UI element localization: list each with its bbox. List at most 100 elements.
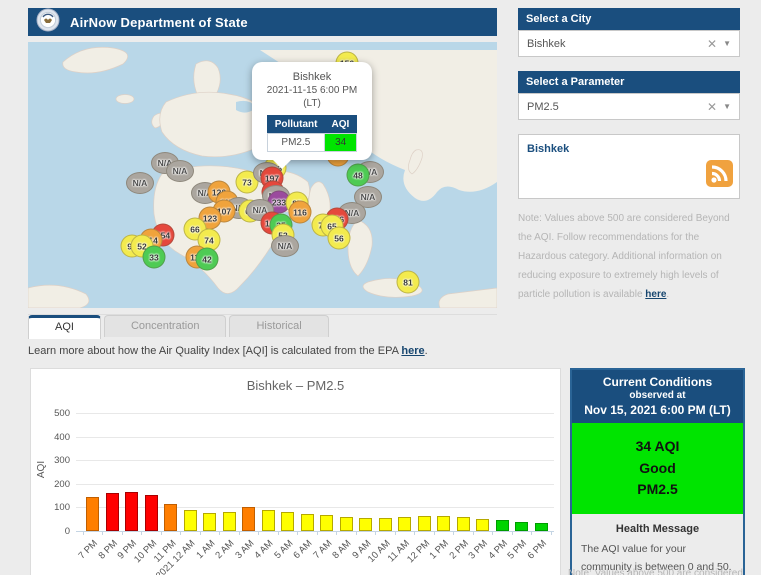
chart-title: Bishkek – PM2.5 [246,378,345,393]
chart-gridline [76,436,554,438]
chart-bar[interactable] [378,518,392,531]
chart-bar[interactable] [417,515,431,531]
chart-x-tick [160,531,162,535]
chart-bar[interactable] [203,512,216,531]
parameter-select-value: PM2.5 [527,100,559,113]
learn-more-suffix: . [424,345,428,357]
aqi-chart: Bishkek – PM2.5 AQI 0 100 200 300 400 500 7 PM… [30,368,561,575]
chart-bar[interactable] [320,515,333,531]
map-marker[interactable]: 48 [346,163,370,187]
chart-x-axis [76,531,554,532]
cc-category: Good [639,459,676,476]
parameter-select[interactable]: PM2.5 ✕ ▼ [518,93,740,120]
map-marker[interactable]: 42 [195,247,219,271]
chart-y-tick-label: 100 [54,502,70,514]
cc-title: Current Conditions [602,375,713,389]
chart-x-tick-label: 2 PM [447,538,471,562]
popup-table: Pollutant AQI PM2.5 34 [266,115,358,152]
map-marker[interactable]: N/A [126,172,154,194]
chart-gridline [76,413,554,414]
chart-bar[interactable] [242,506,255,531]
chart-x-tick-label: 7 AM [311,538,335,562]
chart-bar[interactable] [359,517,372,531]
chart-y-tick-label: 0 [64,526,70,537]
chart-x-tick [336,531,338,535]
map-marker[interactable]: 56 [327,226,351,250]
city-select-value: Bishkek [527,37,566,50]
sidebar: Select a City Bishkek ✕ ▼ Select a Param… [518,8,740,304]
rss-icon[interactable] [706,160,733,192]
parameter-caret-down-icon[interactable]: ▼ [723,102,731,111]
chart-bar[interactable] [144,495,158,531]
chart-x-tick [277,531,279,535]
health-message-header: Health Message [615,523,700,536]
tab-concentration[interactable]: Concentration [103,315,227,337]
chart-x-tick-label: 7 PM [76,538,101,562]
chart-x-tick [355,531,357,535]
cc-health-message: Health Message The AQI value for your co… [572,514,743,575]
tab-bar: AQI Concentration Historical [28,315,329,339]
app-header: AirNow Department of State [28,8,497,36]
world-map[interactable]: N/AN/AN/AN/A12673117N/A61107123667415411… [28,42,497,308]
select-city-header: Select a City [518,8,740,30]
chart-x-tick-label: 5 PM [505,538,530,562]
chart-bar[interactable] [125,491,138,531]
chart-bar[interactable] [534,522,548,531]
chart-bar[interactable] [515,521,528,531]
map-marker[interactable]: N/A [271,235,299,257]
chart-bar[interactable] [495,519,509,531]
chart-x-tick [82,531,84,535]
chart-bar[interactable] [183,510,197,531]
chart-bar[interactable] [339,516,353,531]
chart-bar[interactable] [86,496,99,531]
sidebar-note-prefix: Note: Values above 500 are considered Be… [518,213,730,300]
popup-lt: (LT) [303,98,321,109]
map-marker[interactable]: 116 [288,200,312,224]
chart-x-tick [375,531,377,535]
chart-bar[interactable] [261,509,275,531]
learn-more-text: Learn more about how the Air Quality Ind… [28,345,428,357]
chart-x-tick [316,531,318,535]
popup-aqi-value: 34 [323,133,358,152]
chart-bar[interactable] [456,516,470,531]
map-marker[interactable]: 33 [142,245,166,269]
city-clear-icon[interactable]: ✕ [701,37,723,51]
chart-bar[interactable] [281,511,294,531]
chart-x-tick [550,531,552,535]
chart-x-tick-label: 4 AM [252,538,276,562]
tab-aqi[interactable]: AQI [28,315,101,339]
chart-y-tick-label: 300 [54,455,70,467]
sidebar-note-here-link[interactable]: here [645,289,666,300]
chart-x-tick-label: 4 PM [486,538,510,562]
chart-x-tick [258,531,260,535]
chart-x-tick [414,531,416,535]
chart-bar[interactable] [300,514,314,531]
chart-x-tick [238,531,240,535]
popup-aqi-header: AQI [324,115,357,134]
chart-x-tick-label: 8 AM [330,538,354,562]
chart-bar[interactable] [476,518,489,531]
chart-x-tick [511,531,513,535]
city-caret-down-icon[interactable]: ▼ [723,39,731,48]
map-marker[interactable]: 81 [396,270,420,294]
parameter-clear-icon[interactable]: ✕ [701,100,723,114]
chart-bar[interactable] [105,493,119,531]
current-conditions-panel: Current Conditions observed at Nov 15, 2… [570,368,745,575]
chart-bar[interactable] [164,504,177,531]
cc-subtitle: observed at [629,390,686,401]
chart-bar[interactable] [222,511,236,531]
chart-gridline [76,460,554,462]
epa-here-link[interactable]: here [401,345,424,357]
chart-y-tick-label: 400 [54,431,70,443]
chart-x-tick [180,531,182,535]
map-marker[interactable]: N/A [166,160,194,182]
chart-bar[interactable] [437,515,450,531]
rss-city-label: Bishkek [527,143,570,155]
tab-historical[interactable]: Historical [229,315,329,337]
chart-x-tick-label: 1 AM [194,538,218,562]
chart-x-tick [433,531,435,535]
chart-bar[interactable] [398,516,411,531]
city-select[interactable]: Bishkek ✕ ▼ [518,30,740,57]
chart-x-tick [531,531,533,535]
cc-aqi-value: 34 AQI [635,438,680,454]
